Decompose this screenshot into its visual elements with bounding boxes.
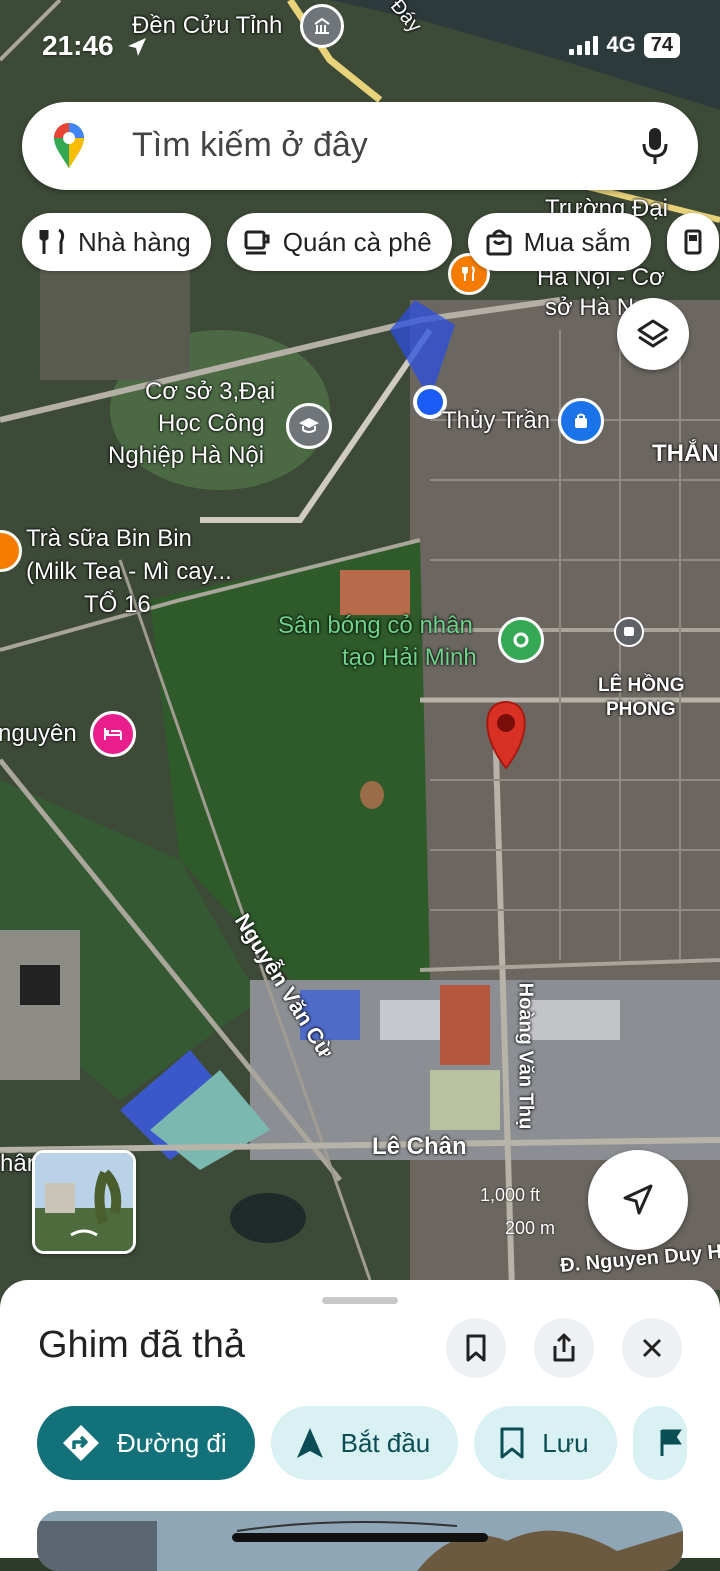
bookmark-icon	[500, 1427, 524, 1459]
map-label-co-so-1[interactable]: Cơ sở 3,Đại	[145, 376, 275, 408]
directions-icon	[63, 1425, 99, 1461]
map-label-san-bong-1[interactable]: Sân bóng cỏ nhân	[278, 610, 473, 642]
start-button[interactable]: Bắt đầu	[270, 1406, 459, 1480]
flag-icon	[660, 1429, 682, 1456]
map-scale-feet: 1,000 ft	[480, 1185, 541, 1205]
chip-more[interactable]	[666, 213, 719, 271]
fork-knife-icon	[39, 228, 65, 254]
directions-button[interactable]: Đường đi	[37, 1406, 255, 1480]
map-label-thuy-tran[interactable]: Thủy Trần	[442, 405, 550, 437]
chip-shopping[interactable]: Mua sắm	[467, 213, 651, 271]
map-label-hoang-van-thu: Hoàng Văn Thụ	[514, 982, 537, 1130]
map-label-tra-sua-2[interactable]: (Milk Tea - Mì cay...	[26, 556, 232, 588]
map-label-co-so-3[interactable]: Nghiệp Hà Nội	[108, 440, 264, 472]
share-button[interactable]	[534, 1318, 594, 1378]
chip-label: Quán cà phê	[282, 226, 432, 257]
layers-icon	[637, 319, 669, 348]
map-label-le-hong-phong-2: PHONG	[606, 699, 676, 720]
map-label-san-bong-2[interactable]: tạo Hải Minh	[342, 642, 477, 674]
school-poi-icon[interactable]	[286, 403, 332, 449]
close-button[interactable]	[622, 1318, 682, 1378]
chip-restaurants[interactable]: Nhà hàng	[22, 213, 211, 271]
coffee-cup-icon	[244, 230, 270, 255]
shopping-poi-icon[interactable]	[558, 398, 604, 444]
chip-label: Mua sắm	[523, 226, 631, 257]
location-arrow-icon	[128, 38, 146, 56]
place-bottom-sheet: Ghim đã thả Đường đi Bắt đầu Lưu	[0, 1280, 720, 1571]
recenter-button[interactable]	[588, 1150, 688, 1250]
street-view-thumbnail[interactable]	[32, 1150, 136, 1254]
save-icon-button[interactable]	[446, 1318, 506, 1378]
search-input[interactable]: Tìm kiếm ở đây	[132, 126, 368, 165]
microphone-icon[interactable]	[642, 126, 668, 166]
sheet-drag-handle[interactable]	[322, 1297, 398, 1304]
maps-logo-icon	[54, 123, 84, 168]
hotel-poi-icon[interactable]	[90, 711, 136, 757]
chip-cafes[interactable]: Quán cà phê	[226, 213, 452, 271]
stadium-poi-icon[interactable]	[498, 617, 544, 663]
directions-label: Đường đi	[117, 1427, 227, 1458]
map-label-to-16: TỔ 16	[84, 591, 151, 618]
map-scale-meters: 200 m	[505, 1218, 556, 1238]
map-label-le-hong-phong-1: LÊ HỒNG	[598, 675, 685, 696]
status-time: 21:46	[42, 30, 114, 61]
save-label: Lưu	[542, 1427, 589, 1458]
gas-station-icon	[684, 229, 702, 255]
network-type: 4G	[606, 32, 636, 57]
status-bar: 21:46 4G 74	[0, 0, 720, 90]
map-label-nguyen[interactable]: nguyên	[0, 718, 77, 750]
search-bar[interactable]: Tìm kiếm ở đây	[22, 102, 698, 190]
map-label-thang: THẮN	[652, 440, 719, 467]
save-button[interactable]: Lưu	[474, 1406, 617, 1480]
bookmark-icon	[466, 1334, 486, 1362]
map-layers-button[interactable]	[617, 298, 689, 370]
bus-stop-icon[interactable]	[614, 617, 644, 647]
sheet-title: Ghim đã thả	[38, 1324, 245, 1366]
battery-level: 74	[643, 32, 680, 58]
chip-label: Nhà hàng	[78, 226, 191, 257]
map-label-le-chan: Lê Chân	[372, 1133, 467, 1160]
home-indicator[interactable]	[232, 1533, 488, 1542]
action-buttons: Đường đi Bắt đầu Lưu	[37, 1406, 687, 1480]
share-icon	[553, 1333, 575, 1362]
more-action-button[interactable]	[632, 1406, 687, 1480]
map-label-co-so-2[interactable]: Học Công	[158, 408, 265, 440]
signal-icon	[569, 35, 599, 55]
navigation-arrow-icon	[296, 1428, 323, 1458]
close-icon	[642, 1338, 662, 1358]
street-view-image	[35, 1153, 133, 1251]
navigation-arrow-icon	[623, 1184, 653, 1215]
start-label: Bắt đầu	[340, 1427, 431, 1458]
category-chips: Nhà hàng Quán cà phê Mua sắm	[22, 213, 719, 271]
map-label-tra-sua-1[interactable]: Trà sữa Bin Bin	[26, 523, 192, 555]
shopping-bag-icon	[486, 229, 512, 256]
